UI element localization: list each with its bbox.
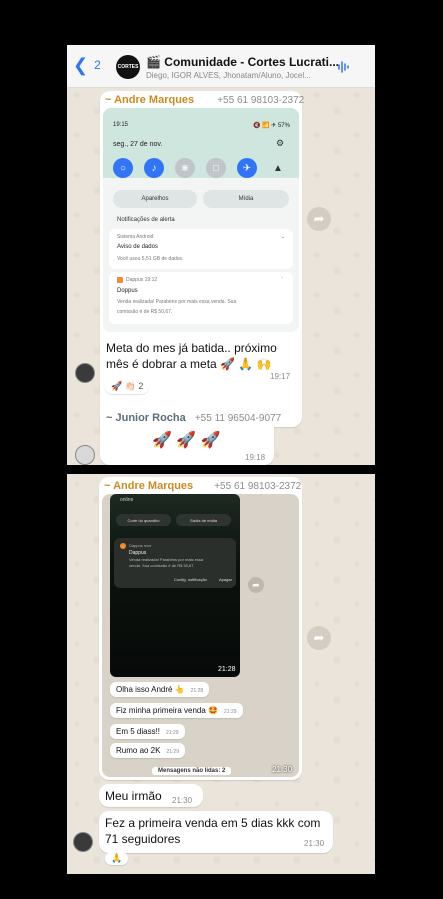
notification-body: Você usou 5,51 GB de dados. xyxy=(117,256,184,262)
inner-message: Olha isso André 👆 21:28 xyxy=(110,682,210,697)
alerts-section-title: Notificações de alerta xyxy=(117,217,175,223)
chat-panel-bottom: ~ Andre Marques +55 61 98103-2372 online… xyxy=(67,474,375,874)
message-text: Fez a primeira venda em 5 dias kkk com xyxy=(105,816,321,830)
avatar[interactable] xyxy=(75,363,95,383)
media-output-button: Saída de mídia xyxy=(176,514,231,526)
notification-body: Venda realizada! Parabéns por mais essa … xyxy=(117,299,237,305)
forward-button[interactable]: ➦ xyxy=(307,207,331,231)
image-time: 21:28 xyxy=(218,666,236,673)
group-title[interactable]: 🎬 Comunidade - Cortes Lucrati... xyxy=(146,55,339,69)
sender-phone: +55 11 96504-9077 xyxy=(194,413,282,424)
bluetooth-icon: ⋇ xyxy=(175,158,195,178)
sender-phone: +55 61 98103-2372 xyxy=(217,95,305,106)
sender-line: ~ Andre Marques +55 61 98103-2372 xyxy=(105,94,304,106)
message-bubble[interactable]: ~ Andre Marques +55 61 98103-2372 online… xyxy=(99,477,302,780)
app-icon xyxy=(120,543,126,549)
dismiss-button: Apagar xyxy=(219,577,232,582)
notification-card: Dappus 19:12 Doppus Venda realizada! Par… xyxy=(109,272,293,324)
flashlight-icon: ▲ xyxy=(273,162,283,174)
notification-body: Venda realizada! Parabéns por mais essa xyxy=(129,557,204,562)
forward-icon: ➦ xyxy=(313,630,325,645)
unread-banner: Mensagens não lidas: 2 xyxy=(152,767,232,775)
chat-header: ❮ 2 CORTES 🎬 Comunidade - Cortes Lucrati… xyxy=(67,45,375,88)
chevron-down-icon: ⌄ xyxy=(281,234,286,240)
back-count: 2 xyxy=(94,58,101,72)
airplane-icon: ✈ xyxy=(237,158,257,178)
status-clock: 19:15 xyxy=(113,122,129,128)
media-tile: Mídia xyxy=(203,190,289,208)
avatar[interactable] xyxy=(75,445,95,465)
date-label: seg., 27 de nov. xyxy=(113,141,163,148)
forward-button[interactable]: ➦ xyxy=(307,626,331,650)
reactions-badge[interactable]: 🚀 👏🏻 2 xyxy=(105,379,150,394)
notification-title: Doppus xyxy=(117,288,138,294)
sender-line: ~ Andre Marques +55 61 98103-2372 xyxy=(104,480,301,492)
inner-message: Rumo ao 2K 21:29 xyxy=(110,743,185,758)
group-members: Diego, IGOR ALVES, Jhonatam/Aluno, Jocel… xyxy=(146,71,311,80)
inner-screenshot: online Corte do quandho Saída de mídia D… xyxy=(110,494,240,677)
devices-tile: Aparelhos xyxy=(113,190,197,208)
notification-title: Aviso de dados xyxy=(117,244,158,250)
message-time: 21:30 xyxy=(172,796,193,805)
avatar[interactable] xyxy=(73,832,93,852)
message-bubble[interactable]: ~ Junior Rocha +55 11 96504-9077 🚀 🚀 🚀 1… xyxy=(100,407,281,465)
notification-app: Dappus now xyxy=(129,543,152,548)
sender-name: ~ Andre Marques xyxy=(104,480,194,492)
forward-icon: ➦ xyxy=(313,211,325,226)
forward-button: ➦ xyxy=(248,577,264,593)
message-text: 🚀 🚀 🚀 xyxy=(152,432,221,449)
notification-card: Sistema Android Aviso de dados Você usou… xyxy=(109,229,293,269)
message-text: Meu irmão xyxy=(105,789,162,803)
notification-card: Dappus now Dappus Venda realizada! Parab… xyxy=(114,538,236,588)
notification-title: Dappus xyxy=(129,550,147,556)
shared-screenshot[interactable]: online Corte do quandho Saída de mídia D… xyxy=(102,494,299,777)
message-time: 21:30 xyxy=(304,839,325,848)
image-time: 21:30 xyxy=(272,765,293,774)
audio-wave-icon[interactable] xyxy=(337,60,351,74)
notification-body: venda. Sua comissão é de R$ 50,67 xyxy=(129,563,194,568)
app-icon xyxy=(117,277,123,283)
inner-message: Em 5 diass!! 21:29 xyxy=(110,724,185,739)
sender-name: ~ Junior Rocha xyxy=(106,412,186,424)
notification-app: Sistema Android xyxy=(117,234,154,240)
notification-app: Dappus 19:12 xyxy=(126,277,158,283)
online-status: online xyxy=(120,497,134,503)
cast-button: Corte do quandho xyxy=(116,514,171,526)
message-text: mês é dobrar a meta 🚀 🙏 🙌 xyxy=(106,357,272,371)
message-text: Meta do mes já batida.. próximo xyxy=(106,341,277,355)
message-bubble[interactable]: Fez a primeira venda em 5 dias kkk com 7… xyxy=(99,811,333,853)
message-time: 19:18 xyxy=(245,453,266,462)
inner-message: Fiz minha primeira venda 🤩 21:29 xyxy=(110,703,243,718)
sender-name: ~ Andre Marques xyxy=(105,94,195,106)
reactions-badge[interactable]: 🙏 xyxy=(105,852,129,865)
mute-icon: ♪ xyxy=(144,158,164,178)
group-avatar[interactable]: CORTES xyxy=(116,55,140,79)
chevron-left-icon: ❮ xyxy=(73,55,89,75)
notification-body: comissão é de R$ 50,67. xyxy=(117,309,173,315)
chat-panel-top: ❮ 2 CORTES 🎬 Comunidade - Cortes Lucrati… xyxy=(67,45,375,465)
status-icons: 🔇 📶 ✈ 57% xyxy=(253,123,290,129)
message-time: 19:17 xyxy=(270,372,291,381)
shared-screenshot[interactable]: 19:15 🔇 📶 ✈ 57% seg., 27 de nov. ⚙ ○ ♪ ⋇… xyxy=(103,108,299,332)
sd-card-icon: □ xyxy=(206,158,226,178)
message-bubble[interactable]: Meu irmão 21:30 xyxy=(99,784,203,807)
back-button[interactable]: ❮ 2 xyxy=(73,55,101,75)
sender-line: ~ Junior Rocha +55 11 96504-9077 xyxy=(106,412,281,424)
wifi-icon: ○ xyxy=(113,158,133,178)
chevron-up-icon: ˆ xyxy=(281,277,283,283)
message-text: 71 seguidores xyxy=(105,832,181,846)
settings-gear-icon: ⚙ xyxy=(276,138,285,148)
clapper-icon: 🎬 xyxy=(146,55,161,69)
sender-phone: +55 61 98103-2372 xyxy=(214,481,302,492)
forward-icon: ➦ xyxy=(252,579,260,590)
notification-settings-button: Config. notificação xyxy=(174,577,207,582)
message-bubble[interactable]: ~ Andre Marques +55 61 98103-2372 19:15 … xyxy=(100,91,304,427)
